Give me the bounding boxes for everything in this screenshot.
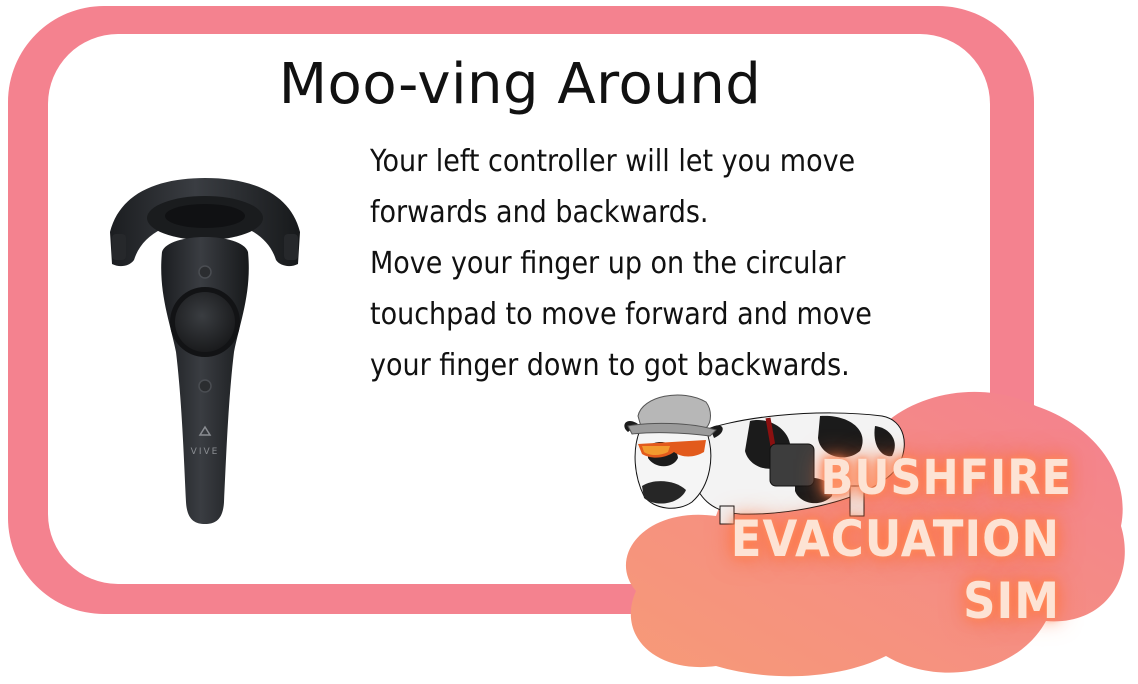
instruction-line: touchpad to move forward and move <box>370 297 872 332</box>
instruction-line: Your left controller will let you move <box>370 144 856 179</box>
game-logo: BUSHFIRE EVACUATION SIM <box>630 448 1080 632</box>
instruction-text: Your left controller will let you move f… <box>370 136 960 391</box>
logo-line-1: BUSHFIRE <box>820 450 1072 506</box>
vr-controller-icon: VIVE <box>110 178 300 524</box>
page-title: Moo-ving Around <box>278 52 762 117</box>
instruction-line: Move your finger up on the circular <box>370 246 846 281</box>
logo-line-2: EVACUATION SIM <box>730 510 1060 630</box>
controller-brand-text: VIVE <box>191 447 220 457</box>
instruction-line: forwards and backwards. <box>370 195 709 230</box>
